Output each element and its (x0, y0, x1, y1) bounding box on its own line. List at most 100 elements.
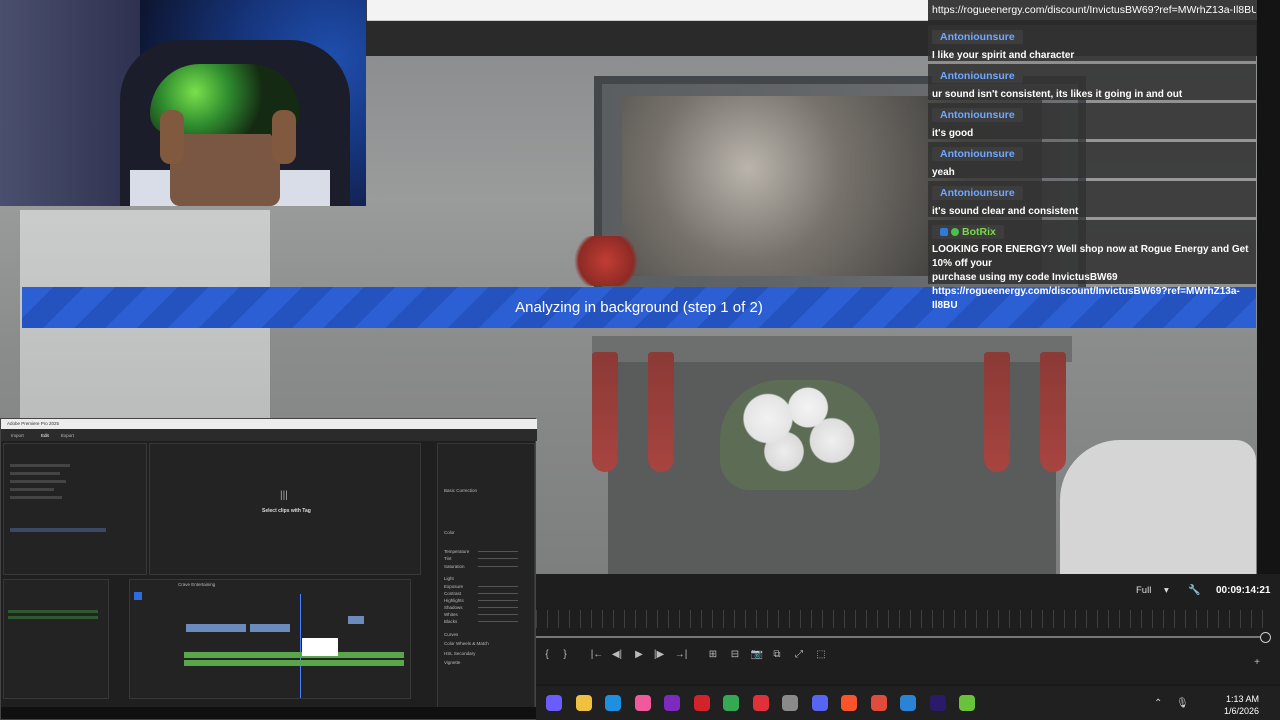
folder-row[interactable] (10, 488, 54, 491)
saturation-slider[interactable] (478, 566, 518, 567)
premiere-icon[interactable] (929, 695, 946, 711)
play-button[interactable]: ▶ (632, 648, 646, 662)
chat-text: it's good (932, 128, 974, 139)
effect-label: Highlights (444, 598, 464, 603)
settings-icon[interactable] (782, 695, 798, 711)
video-clip[interactable] (250, 624, 290, 632)
timeline-panel[interactable]: Crave Entertaining (129, 579, 411, 699)
playhead-snap-icon[interactable] (134, 592, 142, 600)
sound-icon: ||| (280, 490, 288, 501)
step-forward-button[interactable]: |▶ (652, 648, 666, 662)
go-to-in-button[interactable]: |← (590, 648, 604, 662)
whites-slider[interactable] (478, 614, 518, 615)
sequence-tab[interactable]: Crave Entertaining (178, 582, 215, 587)
premiere-titlebar[interactable]: Adobe Premiere Pro 2025 (1, 419, 537, 429)
temperature-slider[interactable] (478, 551, 518, 552)
folder-row-selected[interactable] (10, 528, 106, 532)
stocking (592, 352, 618, 472)
copilot-icon[interactable] (546, 695, 562, 711)
microphone-icon[interactable]: 🎙 (1176, 698, 1189, 709)
effect-label: Color Wheels & Match (444, 641, 489, 646)
chat-text: ur sound isn't consistent, its likes it … (932, 89, 1183, 100)
insert-button[interactable]: ⊞ (706, 648, 720, 662)
go-to-out-button[interactable]: →| (674, 648, 688, 662)
audio-clip[interactable] (184, 660, 404, 666)
clock-time[interactable]: 1:13 AM (1199, 694, 1259, 704)
add-button[interactable]: + (1250, 656, 1264, 670)
mark-out-button[interactable]: } (558, 648, 572, 662)
timeline-ruler[interactable] (536, 610, 1266, 628)
overwrite-button[interactable]: ⊟ (728, 648, 742, 662)
proxy-button[interactable]: ⤢ (792, 648, 806, 662)
effect-label: Exposure (444, 584, 464, 589)
photos-icon[interactable] (900, 695, 916, 711)
bin-item[interactable] (8, 610, 98, 613)
effect-label: Basic Correction (444, 488, 478, 493)
video-clip[interactable] (186, 624, 246, 632)
effect-label: Contrast (444, 591, 462, 596)
folder-row[interactable] (10, 496, 62, 499)
audio-clip[interactable] (184, 652, 404, 658)
export-frame-button[interactable]: 📷 (750, 648, 764, 662)
tab-import[interactable]: Import (11, 433, 24, 438)
playhead[interactable] (300, 594, 301, 698)
right-edge-panel (1257, 0, 1280, 574)
source-panel[interactable]: ||| Select clips with Tag (149, 443, 421, 575)
brave-icon[interactable] (841, 695, 857, 711)
project-bin[interactable] (3, 579, 109, 699)
chat-username: Antoniounsure (932, 69, 1023, 83)
poinsettia (568, 236, 644, 286)
chat-username: BotRix (932, 225, 1004, 239)
clock-date[interactable]: 1/6/2026 (1199, 706, 1259, 716)
webcam-wall (0, 0, 140, 206)
folder-row[interactable] (10, 480, 66, 483)
browser-top-bar (367, 0, 928, 21)
bin-item[interactable] (8, 616, 98, 619)
chat-username: Antoniounsure (932, 147, 1023, 161)
scrub-bar[interactable] (536, 636, 1264, 638)
safe-margins-button[interactable]: ⬚ (814, 648, 828, 662)
lumetri-panel[interactable]: Basic Correction Color Temperature Tint … (437, 443, 535, 719)
folder-icon[interactable] (575, 695, 592, 711)
step-back-button[interactable]: ◀| (610, 648, 624, 662)
chat-text: yeah (932, 167, 955, 178)
tab-export[interactable]: Export (61, 433, 74, 438)
chat-message: Antoniounsure it's good (928, 103, 1256, 139)
wrench-icon[interactable]: 🔧 (1188, 585, 1200, 596)
blacks-slider[interactable] (478, 621, 518, 622)
video-clip[interactable] (348, 616, 364, 624)
chevron-up-icon[interactable]: ⌃ (1154, 698, 1162, 709)
effect-label: Tint (444, 556, 452, 561)
highlights-slider[interactable] (478, 600, 518, 601)
chrome-icon[interactable] (723, 695, 739, 711)
chat-message: Antoniounsure I like your spirit and cha… (928, 25, 1256, 61)
chat-message-bot: BotRix LOOKING FOR ENERGY? Well shop now… (928, 220, 1256, 311)
effect-label: Vignette (444, 660, 461, 665)
xbox-icon[interactable] (959, 695, 975, 711)
mark-in-button[interactable]: { (540, 648, 554, 662)
premiere-window[interactable]: Adobe Premiere Pro 2025 Import Edit Expo… (0, 418, 537, 720)
stocking (1040, 352, 1066, 472)
project-panel[interactable] (3, 443, 147, 575)
compare-view-button[interactable]: ⧉ (770, 648, 784, 662)
voicemod-icon[interactable] (752, 695, 769, 711)
resolution-dropdown[interactable]: Full ▾ (1136, 585, 1176, 599)
discord-icon[interactable] (811, 695, 828, 711)
contrast-slider[interactable] (478, 593, 518, 594)
playhead-timecode[interactable]: 00:09:14:21 (1216, 585, 1270, 596)
windows-taskbar: ⌃ 🎙 1:13 AM 1/6/2026 (536, 686, 1280, 720)
tint-slider[interactable] (478, 558, 518, 559)
effect-label: Saturation (444, 564, 465, 569)
edge-icon[interactable] (605, 695, 621, 711)
obs-icon[interactable] (870, 695, 887, 711)
opera-icon[interactable] (693, 695, 710, 711)
tab-edit[interactable]: Edit (41, 433, 49, 438)
shadows-slider[interactable] (478, 607, 518, 608)
premiere-menubar: Import Edit Export (1, 429, 537, 441)
paint-icon[interactable] (634, 695, 651, 711)
folder-row[interactable] (10, 464, 70, 467)
exposure-slider[interactable] (478, 586, 518, 587)
nzxt-icon[interactable] (664, 695, 680, 711)
scrub-handle[interactable] (1260, 632, 1271, 643)
folder-row[interactable] (10, 472, 60, 475)
